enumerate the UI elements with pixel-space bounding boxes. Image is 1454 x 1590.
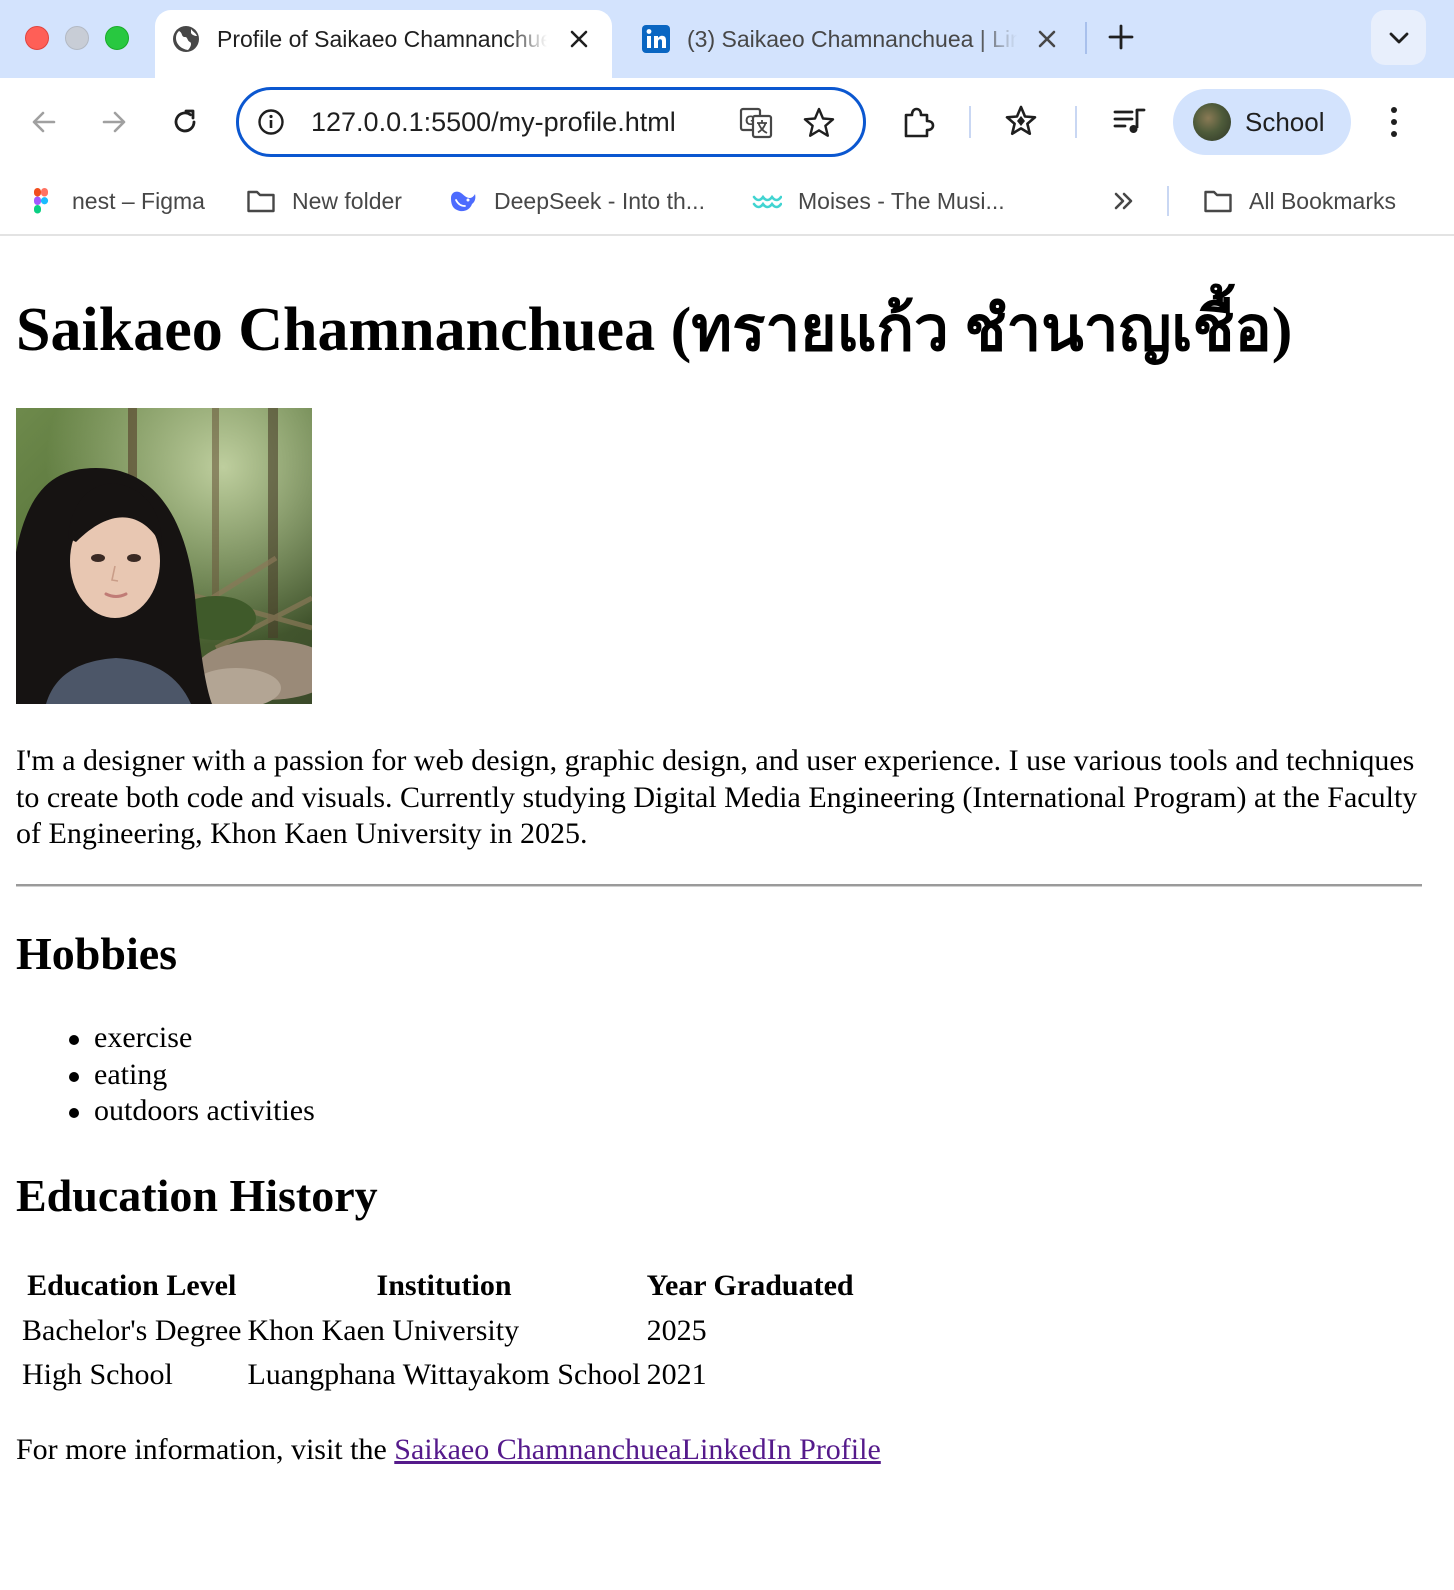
site-info-icon[interactable] xyxy=(257,108,285,136)
hobbies-list: exercise eating outdoors activities xyxy=(69,1020,315,1130)
minimize-window-button[interactable] xyxy=(65,26,89,50)
profile-label: School xyxy=(1245,107,1325,137)
address-bar[interactable]: 127.0.0.1:5500/my-profile.html G xyxy=(236,87,866,157)
column-header: Year Graduated xyxy=(646,1269,854,1302)
folder-icon xyxy=(247,190,275,213)
list-item: outdoors activities xyxy=(69,1093,315,1130)
tab-profile[interactable]: Profile of Saikaeo Chamnanchuea xyxy=(155,10,612,78)
more-info-text: For more information, visit the xyxy=(16,1433,395,1466)
bookmark-label: New folder xyxy=(292,187,402,214)
more-info-line: For more information, visit the Saikaeo … xyxy=(16,1432,881,1469)
bookmarks-separator xyxy=(1167,186,1169,216)
bookmark-star-icon[interactable] xyxy=(802,106,836,140)
bookmarks-bar: nest – Figma New folder DeepSeek - Into … xyxy=(0,168,1454,236)
bookmark-label: All Bookmarks xyxy=(1249,187,1396,214)
table-row: High School Luangphana Wittayakom School… xyxy=(22,1353,854,1394)
bookmark-moises[interactable]: Moises - The Musi... xyxy=(752,184,1005,218)
page-title: Saikaeo Chamnanchuea (ทรายแก้ว ชำนาญเชื้… xyxy=(16,296,1293,364)
tab-linkedin[interactable]: (3) Saikaeo Chamnanchuea | LinkedIn xyxy=(625,10,1080,78)
tab-title: (3) Saikaeo Chamnanchuea | LinkedIn xyxy=(687,26,1017,52)
column-header: Education Level xyxy=(27,1269,237,1302)
portrait-image xyxy=(16,408,312,704)
close-tab-icon[interactable] xyxy=(564,24,594,54)
hobbies-heading: Hobbies xyxy=(16,928,178,979)
globe-icon xyxy=(173,26,199,52)
section-divider xyxy=(16,884,1422,887)
bookmarks-manager-button[interactable] xyxy=(1003,102,1043,142)
table-cell: High School xyxy=(22,1358,173,1391)
close-tab-icon[interactable] xyxy=(1032,24,1062,54)
arrow-right-icon xyxy=(102,111,126,133)
table-cell: Luangphana Wittayakom School xyxy=(247,1358,641,1391)
folder-icon xyxy=(1204,190,1232,213)
star-list-icon xyxy=(1005,105,1037,135)
table-cell: Khon Kaen University xyxy=(247,1313,520,1347)
moises-icon xyxy=(752,194,782,209)
list-item: eating xyxy=(69,1057,315,1094)
table-cell: 2021 xyxy=(646,1358,707,1391)
tab-separator xyxy=(1085,22,1087,54)
linkedin-icon xyxy=(642,25,670,53)
table-row: Bachelor's Degree Khon Kaen University 2… xyxy=(22,1309,854,1350)
chevron-down-icon xyxy=(1389,32,1408,43)
url-text[interactable]: 127.0.0.1:5500/my-profile.html xyxy=(311,106,676,138)
extensions-button[interactable] xyxy=(898,102,938,142)
figma-icon xyxy=(34,188,49,214)
arrow-left-icon xyxy=(32,111,56,133)
bookmark-figma[interactable]: nest – Figma xyxy=(26,184,205,218)
chevron-double-right-icon xyxy=(1114,192,1133,210)
avatar xyxy=(1193,103,1231,141)
table-cell: Bachelor's Degree xyxy=(22,1313,242,1347)
translate-icon[interactable]: G xyxy=(739,106,773,140)
more-vertical-icon xyxy=(1391,107,1397,137)
bookmark-label: DeepSeek - Into th... xyxy=(494,187,705,214)
bookmark-new-folder[interactable]: New folder xyxy=(246,184,402,218)
more-bookmarks-button[interactable] xyxy=(1112,184,1136,218)
all-bookmarks-button[interactable]: All Bookmarks xyxy=(1203,184,1396,218)
deepseek-icon xyxy=(451,191,476,212)
bio-paragraph: I'm a designer with a passion for web de… xyxy=(16,744,1418,850)
close-window-button[interactable] xyxy=(25,26,49,50)
bookmark-label: Moises - The Musi... xyxy=(798,187,1005,214)
forward-button[interactable] xyxy=(94,102,134,142)
queue-music-icon xyxy=(1113,108,1146,133)
back-button[interactable] xyxy=(24,102,64,142)
toolbar-separator xyxy=(969,106,971,138)
tab-search-button[interactable] xyxy=(1371,10,1426,65)
profile-button[interactable]: School xyxy=(1173,89,1351,155)
bookmark-label: nest – Figma xyxy=(72,187,205,214)
tab-title: Profile of Saikaeo Chamnanchuea xyxy=(217,26,547,52)
table-cell: 2025 xyxy=(646,1313,707,1347)
column-header: Institution xyxy=(376,1269,512,1302)
plus-icon xyxy=(1108,24,1134,50)
reload-button[interactable] xyxy=(165,102,205,142)
table-header-row: Education Level Institution Year Graduat… xyxy=(22,1268,854,1305)
tab-strip: Profile of Saikaeo Chamnanchuea (3) Saik… xyxy=(0,0,1454,78)
education-heading: Education History xyxy=(16,1170,378,1221)
page-content: Saikaeo Chamnanchuea (ทรายแก้ว ชำนาญเชื้… xyxy=(0,238,1454,1590)
browser-toolbar: 127.0.0.1:5500/my-profile.html G School xyxy=(0,78,1454,168)
list-item: exercise xyxy=(69,1020,315,1057)
browser-menu-button[interactable] xyxy=(1374,102,1414,142)
maximize-window-button[interactable] xyxy=(105,26,129,50)
puzzle-icon xyxy=(904,107,935,138)
media-controls-button[interactable] xyxy=(1110,102,1150,142)
reload-icon xyxy=(174,109,196,133)
toolbar-separator xyxy=(1075,106,1077,138)
bookmark-deepseek[interactable]: DeepSeek - Into th... xyxy=(448,184,705,218)
linkedin-profile-link[interactable]: Saikaeo ChamnanchueaLinkedIn Profile xyxy=(394,1433,881,1466)
new-tab-button[interactable] xyxy=(1104,20,1138,54)
education-table: Education Level Institution Year Graduat… xyxy=(16,1264,860,1398)
profile-photo xyxy=(16,408,312,704)
